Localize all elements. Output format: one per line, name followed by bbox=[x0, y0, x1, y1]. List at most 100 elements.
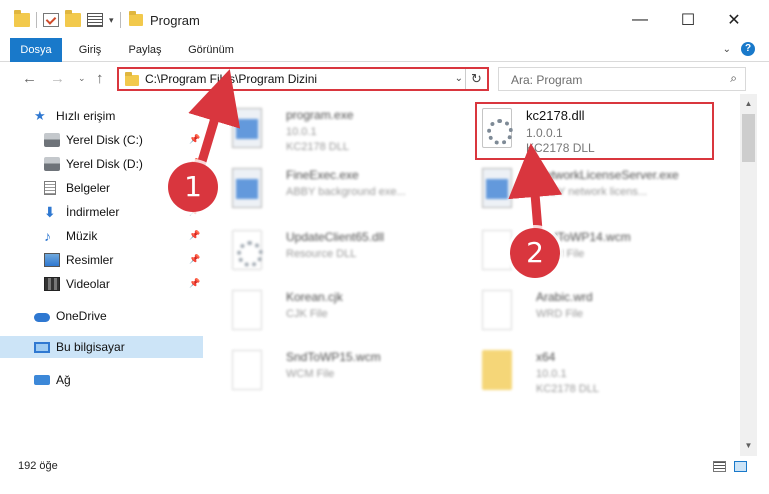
file-detail: Resource DLL bbox=[286, 248, 357, 260]
sidebar-item-network[interactable]: Ağ bbox=[0, 369, 203, 391]
document-icon bbox=[44, 181, 56, 195]
computer-icon bbox=[34, 341, 50, 353]
search-placeholder: Ara: Program bbox=[511, 73, 583, 87]
disk-icon bbox=[44, 157, 60, 171]
vertical-scrollbar[interactable]: ▲ ▼ bbox=[740, 94, 757, 456]
search-input[interactable]: Ara: Program ⌕ bbox=[498, 67, 746, 91]
tab-share[interactable]: Paylaş bbox=[120, 38, 170, 62]
sidebar-item-quick-access[interactable]: ★ Hızlı erişim bbox=[0, 105, 203, 127]
file-item[interactable]: NetworkLicenseServer.exe ABBY network li… bbox=[460, 162, 710, 216]
file-name: SndToWP15.wcm bbox=[286, 350, 381, 364]
close-button[interactable]: ✕ bbox=[724, 10, 744, 30]
file-name: Arabic.wrd bbox=[536, 290, 593, 304]
file-name: UpdateClient65.dll bbox=[286, 230, 385, 244]
sidebar-item-videos[interactable]: Videolar 📌 bbox=[0, 273, 203, 295]
folder-icon[interactable] bbox=[14, 10, 30, 27]
view-details-icon[interactable] bbox=[87, 13, 103, 27]
exe-icon bbox=[482, 168, 512, 208]
address-bar[interactable]: C:\Program Files\Program Dizini ⌄ ↻ bbox=[117, 67, 489, 91]
sidebar-item-downloads[interactable]: ⬇ İndirmeler 📌 bbox=[0, 201, 203, 223]
dll-gear-icon bbox=[232, 230, 263, 270]
large-icons-view-icon[interactable] bbox=[734, 461, 747, 472]
sidebar-item-label: Yerel Disk (C:) bbox=[66, 133, 143, 147]
scrollbar-thumb[interactable] bbox=[742, 114, 755, 162]
quick-access-toolbar: ▾ bbox=[14, 10, 143, 28]
file-icon bbox=[482, 230, 512, 270]
file-detail: KC2178 DLL bbox=[286, 141, 349, 153]
file-detail: ABBY background exe... bbox=[286, 186, 406, 198]
maximize-button[interactable]: ☐ bbox=[678, 10, 698, 30]
file-item[interactable]: x64 10.0.1 KC2178 DLL bbox=[460, 344, 710, 398]
file-name: NetworkLicenseServer.exe bbox=[536, 168, 679, 182]
exe-icon bbox=[232, 168, 262, 208]
tab-home[interactable]: Giriş bbox=[70, 38, 110, 62]
folder-zip-icon bbox=[482, 350, 512, 390]
file-detail: 10.0.1 bbox=[536, 368, 567, 380]
cloud-icon bbox=[34, 313, 50, 322]
search-icon[interactable]: ⌕ bbox=[730, 71, 737, 86]
music-icon: ♪ bbox=[44, 228, 51, 244]
download-icon: ⬇ bbox=[44, 204, 56, 220]
sidebar-item-label: Videolar bbox=[66, 277, 110, 291]
pin-icon: 📌 bbox=[189, 254, 201, 264]
sidebar-item-label: Hızlı erişim bbox=[56, 109, 116, 123]
minimize-button[interactable]: — bbox=[630, 10, 650, 30]
sidebar-item-label: Müzik bbox=[66, 229, 98, 243]
file-item[interactable]: Korean.cjk CJK File bbox=[210, 284, 460, 338]
file-icon bbox=[232, 290, 262, 330]
sidebar-item-music[interactable]: ♪ Müzik 📌 bbox=[0, 225, 203, 247]
details-view-icon[interactable] bbox=[713, 461, 726, 472]
file-item[interactable]: program.exe 10.0.1 KC2178 DLL bbox=[210, 102, 460, 156]
sidebar-item-label: Yerel Disk (D:) bbox=[66, 157, 143, 171]
sidebar-item-pictures[interactable]: Resimler 📌 bbox=[0, 249, 203, 271]
back-arrow-icon[interactable]: ← bbox=[22, 70, 37, 87]
sidebar-item-onedrive[interactable]: OneDrive bbox=[0, 305, 203, 327]
pin-icon: 📌 bbox=[189, 230, 201, 240]
file-item[interactable]: SndToWP15.wcm WCM File bbox=[210, 344, 460, 398]
new-folder-icon[interactable] bbox=[65, 10, 81, 27]
item-count: 192 öğe bbox=[18, 460, 58, 472]
program-icon bbox=[232, 108, 262, 148]
file-item[interactable]: FineExec.exe ABBY background exe... bbox=[210, 162, 460, 216]
file-detail: KC2178 DLL bbox=[536, 383, 599, 395]
pin-icon: 📌 bbox=[189, 134, 201, 144]
videos-icon bbox=[44, 277, 60, 291]
scroll-up-icon[interactable]: ▲ bbox=[740, 96, 757, 112]
refresh-icon[interactable]: ↻ bbox=[465, 69, 487, 89]
sidebar-item-disk-c[interactable]: Yerel Disk (C:) 📌 bbox=[0, 129, 203, 151]
sidebar-item-label: OneDrive bbox=[56, 309, 107, 323]
file-detail: WCM File bbox=[286, 368, 335, 380]
file-name: x64 bbox=[536, 350, 556, 364]
network-icon bbox=[34, 375, 50, 385]
address-path[interactable]: C:\Program Files\Program Dizini bbox=[145, 72, 317, 86]
recent-locations-chevron-icon[interactable]: ⌄ bbox=[78, 73, 86, 84]
file-detail: ABBY network licens... bbox=[536, 186, 648, 198]
chevron-down-icon[interactable]: ⌄ bbox=[455, 73, 463, 84]
file-item[interactable]: SndToWP14.wcm WCM File bbox=[460, 224, 710, 278]
forward-arrow-icon[interactable]: → bbox=[50, 70, 65, 87]
folder-icon bbox=[125, 72, 139, 86]
file-item[interactable]: Arabic.wrd WRD File bbox=[460, 284, 710, 338]
ribbon-expand-icon[interactable]: ⌄ bbox=[723, 44, 731, 55]
sidebar-item-this-pc[interactable]: Bu bilgisayar bbox=[0, 336, 203, 358]
tab-view[interactable]: Görünüm bbox=[180, 38, 242, 62]
ribbon-controls: ⌄ ? bbox=[723, 42, 755, 56]
title-bar: ▾ Program — ☐ ✕ bbox=[0, 0, 769, 40]
properties-check-icon[interactable] bbox=[43, 13, 59, 27]
folder-icon bbox=[128, 11, 143, 26]
file-detail: 10.0.1 bbox=[286, 126, 317, 138]
sidebar-item-label: Bu bilgisayar bbox=[56, 340, 125, 354]
up-arrow-icon[interactable]: ↑ bbox=[96, 70, 104, 87]
tab-file[interactable]: Dosya bbox=[10, 38, 62, 62]
kc2178-dll-highlight-box bbox=[475, 102, 714, 160]
chevron-down-icon[interactable]: ▾ bbox=[109, 15, 114, 26]
sidebar-item-label: Ağ bbox=[56, 373, 71, 387]
sidebar-item-label: Resimler bbox=[66, 253, 114, 267]
help-icon[interactable]: ? bbox=[741, 42, 755, 56]
divider bbox=[36, 12, 37, 28]
sidebar-item-label: Belgeler bbox=[66, 181, 111, 195]
file-item[interactable]: UpdateClient65.dll Resource DLL bbox=[210, 224, 460, 278]
scroll-down-icon[interactable]: ▼ bbox=[740, 438, 757, 454]
navigation-bar: ← → ⌄ ↑ C:\Program Files\Program Dizini … bbox=[0, 62, 769, 94]
file-name: program.exe bbox=[286, 108, 354, 122]
